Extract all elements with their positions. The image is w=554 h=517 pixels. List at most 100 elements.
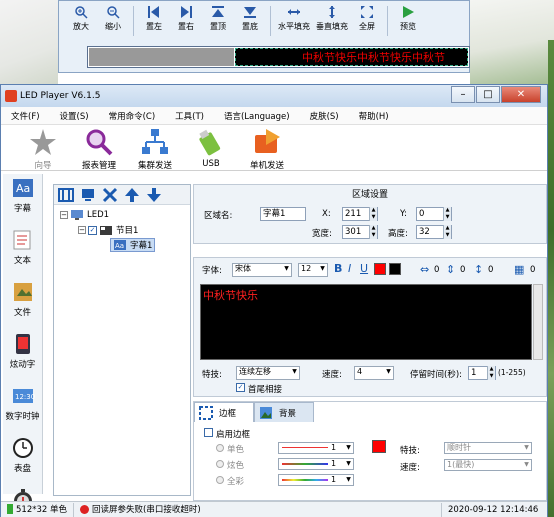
width-field[interactable]: 301 ▲ ▼ [342, 225, 378, 239]
letter-spacing-icon[interactable]: ⇔ [420, 263, 429, 276]
sidebar-item-dial[interactable]: 表盘 [3, 434, 42, 486]
delete-icon[interactable] [102, 187, 118, 203]
effect-select[interactable]: 连续左移 ▼ [236, 366, 300, 380]
align-bottom-button[interactable]: 置底 [234, 4, 266, 38]
menu-tools[interactable]: 工具(T) [165, 110, 214, 122]
separator [133, 6, 134, 36]
program-checkbox[interactable]: ✓ [88, 225, 97, 235]
single-send-button[interactable]: 单机发送 [239, 125, 295, 171]
maximize-icon: □ [483, 89, 493, 100]
menu-help[interactable]: 帮助(H) [349, 110, 399, 122]
fullscreen-icon [359, 4, 375, 20]
align-right-icon [178, 4, 194, 20]
sidebar-item-label: 炫动字 [9, 360, 36, 370]
enable-border-checkbox[interactable] [204, 428, 213, 437]
maximize-button[interactable]: □ [476, 86, 500, 103]
preview-led-area[interactable]: 中秋节快乐中秋节快乐中秋节 [235, 48, 468, 66]
collapse-toggle[interactable]: − [78, 226, 86, 234]
offset-icon[interactable]: ↕ [474, 263, 483, 276]
title-bar[interactable]: LED Player V6.1.5 – □ ✕ [1, 85, 547, 107]
width-spinner[interactable]: ▲ ▼ [369, 225, 377, 239]
zoom-out-button[interactable]: 缩小 [97, 4, 129, 38]
usb-button[interactable]: USB [183, 125, 239, 171]
menu-skin[interactable]: 皮肤(S) [300, 110, 349, 122]
tab-background[interactable]: 背景 [254, 402, 314, 422]
zoom-in-button[interactable]: 放大 [65, 4, 97, 38]
chevron-down-icon: ▼ [524, 444, 529, 451]
underline-button[interactable]: U [360, 262, 368, 275]
menu-language[interactable]: 语言(Language) [214, 110, 300, 122]
wizard-button[interactable]: 向导 [15, 125, 71, 171]
chevron-down-icon: ▼ [346, 444, 351, 451]
region-name-field[interactable]: 字幕1 [260, 207, 306, 221]
move-down-icon[interactable] [146, 187, 162, 203]
sidebar-item-text[interactable]: 文本 [3, 226, 42, 278]
sidebar-item-digital-clock[interactable]: 12:30 数字时钟 [3, 382, 42, 434]
close-button[interactable]: ✕ [501, 86, 541, 103]
full-color-radio[interactable] [216, 476, 224, 484]
magnifier-icon [86, 129, 113, 156]
fill-horizontal-button[interactable]: 水平填充 [275, 4, 313, 38]
stay-time-field[interactable]: 1 ▲ ▼ [468, 366, 496, 380]
fullscreen-button[interactable]: 全屏 [351, 4, 383, 38]
height-spinner[interactable]: ▲ ▼ [443, 225, 451, 239]
send-icon [255, 129, 280, 153]
digital-clock-icon: 12:30 [12, 389, 35, 403]
cluster-send-button[interactable]: 集群发送 [127, 125, 183, 171]
play-icon [400, 4, 416, 20]
font-select[interactable]: 宋体 ▼ [232, 263, 292, 277]
fill-vertical-button[interactable]: 垂直填充 [313, 4, 351, 38]
mono-border-select[interactable]: 1 ▼ [278, 442, 354, 454]
minimize-button[interactable]: – [451, 86, 475, 103]
background-color-button[interactable] [389, 263, 401, 275]
multi-border-select[interactable]: 1 ▼ [278, 458, 354, 470]
speed-select[interactable]: 4 ▼ [354, 366, 394, 380]
stay-time-spinner[interactable]: ▲ ▼ [487, 366, 495, 380]
move-up-icon[interactable] [124, 187, 140, 203]
window-title: LED Player V6.1.5 [20, 91, 101, 101]
align-right-button[interactable]: 置右 [170, 4, 202, 38]
preview-play-button[interactable]: 预览 [392, 4, 424, 38]
sidebar-item-subtitle[interactable]: Aa 字幕 [3, 174, 42, 226]
tree-node-subtitle[interactable]: Aa 字幕1 [110, 238, 156, 252]
text-edit-area[interactable]: 中秋节快乐 [200, 284, 532, 360]
menu-commands[interactable]: 常用命令(C) [99, 110, 166, 122]
x-spinner[interactable]: ▲ ▼ [369, 207, 377, 221]
font-size-select[interactable]: 12 ▼ [298, 263, 328, 277]
border-speed-select[interactable]: 1(最快) ▼ [444, 459, 532, 471]
stay-time-value: 1 [471, 368, 477, 378]
border-effect-select[interactable]: 顺时针 ▼ [444, 442, 532, 454]
y-field[interactable]: 0 ▲ ▼ [416, 207, 452, 221]
bold-button[interactable]: B [334, 262, 342, 275]
sidebar-item-file[interactable]: 文件 [3, 278, 42, 330]
y-spinner[interactable]: ▲ ▼ [443, 207, 451, 221]
tree-node-program[interactable]: − ✓ 节目1 [78, 224, 138, 236]
report-button[interactable]: 报表管理 [71, 125, 127, 171]
line-spacing-icon[interactable]: ⇕ [446, 263, 455, 276]
text-scrollbar[interactable] [533, 284, 543, 360]
menu-file[interactable]: 文件(F) [1, 110, 50, 122]
collapse-toggle[interactable]: − [60, 211, 68, 219]
new-screen-icon[interactable] [58, 187, 74, 203]
tab-border[interactable]: 边框 [194, 402, 254, 422]
x-field[interactable]: 211 ▲ ▼ [342, 207, 378, 221]
align-top-button[interactable]: 置顶 [202, 4, 234, 38]
new-program-icon[interactable] [80, 187, 96, 203]
fill-vertical-icon [324, 4, 340, 20]
sidebar-item-animated-text[interactable]: 炫动字 [3, 330, 42, 382]
chevron-down-icon: ▼ [346, 460, 351, 467]
full-border-select[interactable]: 1 ▼ [278, 474, 354, 486]
calendar-icon[interactable]: ▦ [514, 263, 524, 276]
align-left-button[interactable]: 置左 [138, 4, 170, 38]
menu-settings[interactable]: 设置(S) [50, 110, 99, 122]
height-field[interactable]: 32 ▲ ▼ [416, 225, 452, 239]
text-color-button[interactable] [374, 263, 386, 275]
mono-radio[interactable] [216, 444, 224, 452]
zoom-out-label: 缩小 [105, 22, 121, 31]
border-pattern [282, 447, 328, 448]
head-tail-checkbox[interactable]: ✓ [236, 383, 245, 392]
border-color-button[interactable] [372, 440, 386, 453]
tree-node-screen[interactable]: − LED1 [60, 209, 109, 221]
multi-radio[interactable] [216, 460, 224, 468]
italic-button[interactable]: I [348, 262, 351, 275]
